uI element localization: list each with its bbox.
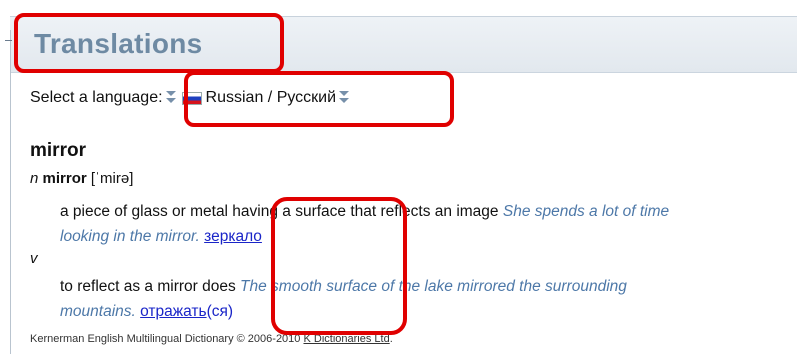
- sort-arrows-icon[interactable]: [165, 90, 177, 106]
- part-of-speech: n: [30, 170, 39, 187]
- sort-arrows-icon[interactable]: [338, 90, 350, 106]
- translation-suffix: (ся): [206, 303, 234, 320]
- credit-period: .: [389, 333, 393, 345]
- language-label: Select a language:: [30, 89, 163, 106]
- collapse-toggle-icon[interactable]: [5, 40, 12, 41]
- dictionary-credit: Kernerman English Multilingual Dictionar…: [30, 333, 393, 345]
- panel-left-border: [10, 30, 11, 354]
- part-of-speech: v: [30, 250, 38, 267]
- sense-1-definition-block: a piece of glass or metal having a surfa…: [60, 199, 700, 249]
- definition-text: a piece of glass or metal having a surfa…: [60, 203, 499, 220]
- russia-flag-icon[interactable]: [181, 91, 202, 105]
- translations-panel: Translations Select a language: Russian …: [0, 0, 797, 354]
- translation-link[interactable]: зеркало: [204, 228, 262, 245]
- sense-2-definition-block: to reflect as a mirror does The smooth s…: [60, 274, 700, 324]
- entry-headword: mirror: [30, 140, 86, 161]
- credit-text: Kernerman English Multilingual Dictionar…: [30, 333, 301, 345]
- credit-link[interactable]: K Dictionaries Ltd: [303, 333, 389, 345]
- panel-title: Translations: [34, 28, 203, 59]
- language-dropdown[interactable]: Russian / Русский: [206, 89, 337, 107]
- language-selector-row: Select a language: Russian / Русский: [30, 89, 352, 107]
- translation-link[interactable]: отражать: [140, 303, 206, 320]
- sense-headword: mirror: [42, 170, 87, 187]
- pronunciation: [ˈmirə]: [90, 170, 134, 187]
- definition-text: to reflect as a mirror does: [60, 278, 236, 295]
- sense-1-header: n mirror [ˈmirə]: [30, 170, 133, 187]
